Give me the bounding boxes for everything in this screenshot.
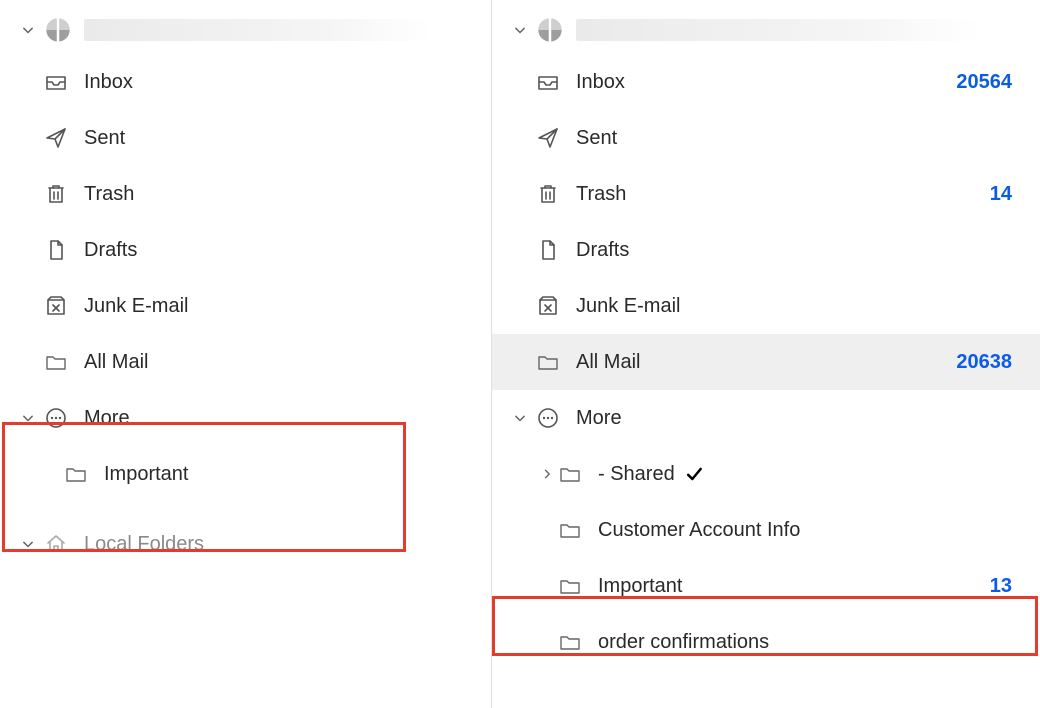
file-icon xyxy=(536,238,576,262)
folder-icon xyxy=(44,350,84,374)
folder-tree-right: Inbox 20564 Sent Trash 14 Drafts Junk E-… xyxy=(492,0,1040,708)
folder-count: 14 xyxy=(990,183,1040,206)
folder-icon xyxy=(558,462,598,486)
folder-sent[interactable]: Sent xyxy=(492,110,1040,166)
folder-label: All Mail xyxy=(576,351,956,374)
folder-label: More xyxy=(84,407,491,430)
folder-trash[interactable]: Trash xyxy=(0,166,491,222)
local-folders-header[interactable]: Local Folders xyxy=(0,520,491,568)
folder-label: Local Folders xyxy=(84,533,491,556)
chevron-down-icon[interactable] xyxy=(504,408,536,428)
check-icon xyxy=(684,464,704,484)
chevron-down-icon[interactable] xyxy=(12,20,44,40)
inbox-icon xyxy=(44,70,84,94)
chevron-down-icon[interactable] xyxy=(504,20,536,40)
more-icon xyxy=(44,406,84,430)
folder-customer-account-info[interactable]: Customer Account Info xyxy=(492,502,1040,558)
folder-count: 13 xyxy=(990,575,1040,598)
folder-drafts[interactable]: Drafts xyxy=(492,222,1040,278)
folder-more[interactable]: More xyxy=(492,390,1040,446)
folder-label: - Shared xyxy=(598,463,1040,486)
thunderbird-logo-icon xyxy=(44,16,84,44)
folder-label: Customer Account Info xyxy=(598,519,1040,542)
folder-important[interactable]: Important 13 xyxy=(492,558,1040,614)
folder-label: Important xyxy=(598,575,990,598)
folder-icon xyxy=(558,518,598,542)
chevron-down-icon[interactable] xyxy=(12,408,44,428)
folder-label: Drafts xyxy=(576,239,1040,262)
account-header[interactable] xyxy=(0,6,491,54)
account-name-redacted xyxy=(576,19,980,41)
folder-trash[interactable]: Trash 14 xyxy=(492,166,1040,222)
folder-icon xyxy=(536,350,576,374)
folder-tree-left: Inbox Sent Trash Drafts Junk E-mail All … xyxy=(0,0,492,708)
more-icon xyxy=(536,406,576,430)
junk-icon xyxy=(44,294,84,318)
folder-label: Important xyxy=(104,463,491,486)
junk-icon xyxy=(536,294,576,318)
folder-label: More xyxy=(576,407,1040,430)
chevron-down-icon[interactable] xyxy=(12,534,44,554)
folder-order-confirmations[interactable]: order confirmations xyxy=(492,614,1040,670)
folder-label: Inbox xyxy=(84,71,491,94)
sent-icon xyxy=(44,126,84,150)
folder-label: order confirmations xyxy=(598,631,1040,654)
folder-important[interactable]: Important xyxy=(0,446,491,502)
folder-count: 20564 xyxy=(956,71,1040,94)
folder-label: Sent xyxy=(576,127,1040,150)
file-icon xyxy=(44,238,84,262)
folder-more[interactable]: More xyxy=(0,390,491,446)
folder-icon xyxy=(558,574,598,598)
folder-inbox[interactable]: Inbox 20564 xyxy=(492,54,1040,110)
account-name-redacted xyxy=(84,19,431,41)
folder-label: Trash xyxy=(576,183,990,206)
folder-allmail[interactable]: All Mail xyxy=(0,334,491,390)
folder-junk[interactable]: Junk E-mail xyxy=(0,278,491,334)
folder-label: Trash xyxy=(84,183,491,206)
trash-icon xyxy=(44,182,84,206)
home-icon xyxy=(44,532,84,556)
folder-label: Drafts xyxy=(84,239,491,262)
folder-label: Inbox xyxy=(576,71,956,94)
folder-icon xyxy=(64,462,104,486)
folder-label: Sent xyxy=(84,127,491,150)
folder-allmail[interactable]: All Mail 20638 xyxy=(492,334,1040,390)
sent-icon xyxy=(536,126,576,150)
folder-label: Junk E-mail xyxy=(84,295,491,318)
inbox-icon xyxy=(536,70,576,94)
folder-junk[interactable]: Junk E-mail xyxy=(492,278,1040,334)
trash-icon xyxy=(536,182,576,206)
folder-count: 20638 xyxy=(956,351,1040,374)
folder-drafts[interactable]: Drafts xyxy=(0,222,491,278)
thunderbird-logo-icon xyxy=(536,16,576,44)
folder-inbox[interactable]: Inbox xyxy=(0,54,491,110)
folder-sent[interactable]: Sent xyxy=(0,110,491,166)
folder-shared[interactable]: - Shared xyxy=(492,446,1040,502)
account-header[interactable] xyxy=(492,6,1040,54)
folder-icon xyxy=(558,630,598,654)
chevron-right-icon[interactable] xyxy=(536,465,558,483)
folder-label: All Mail xyxy=(84,351,491,374)
folder-label: Junk E-mail xyxy=(576,295,1040,318)
